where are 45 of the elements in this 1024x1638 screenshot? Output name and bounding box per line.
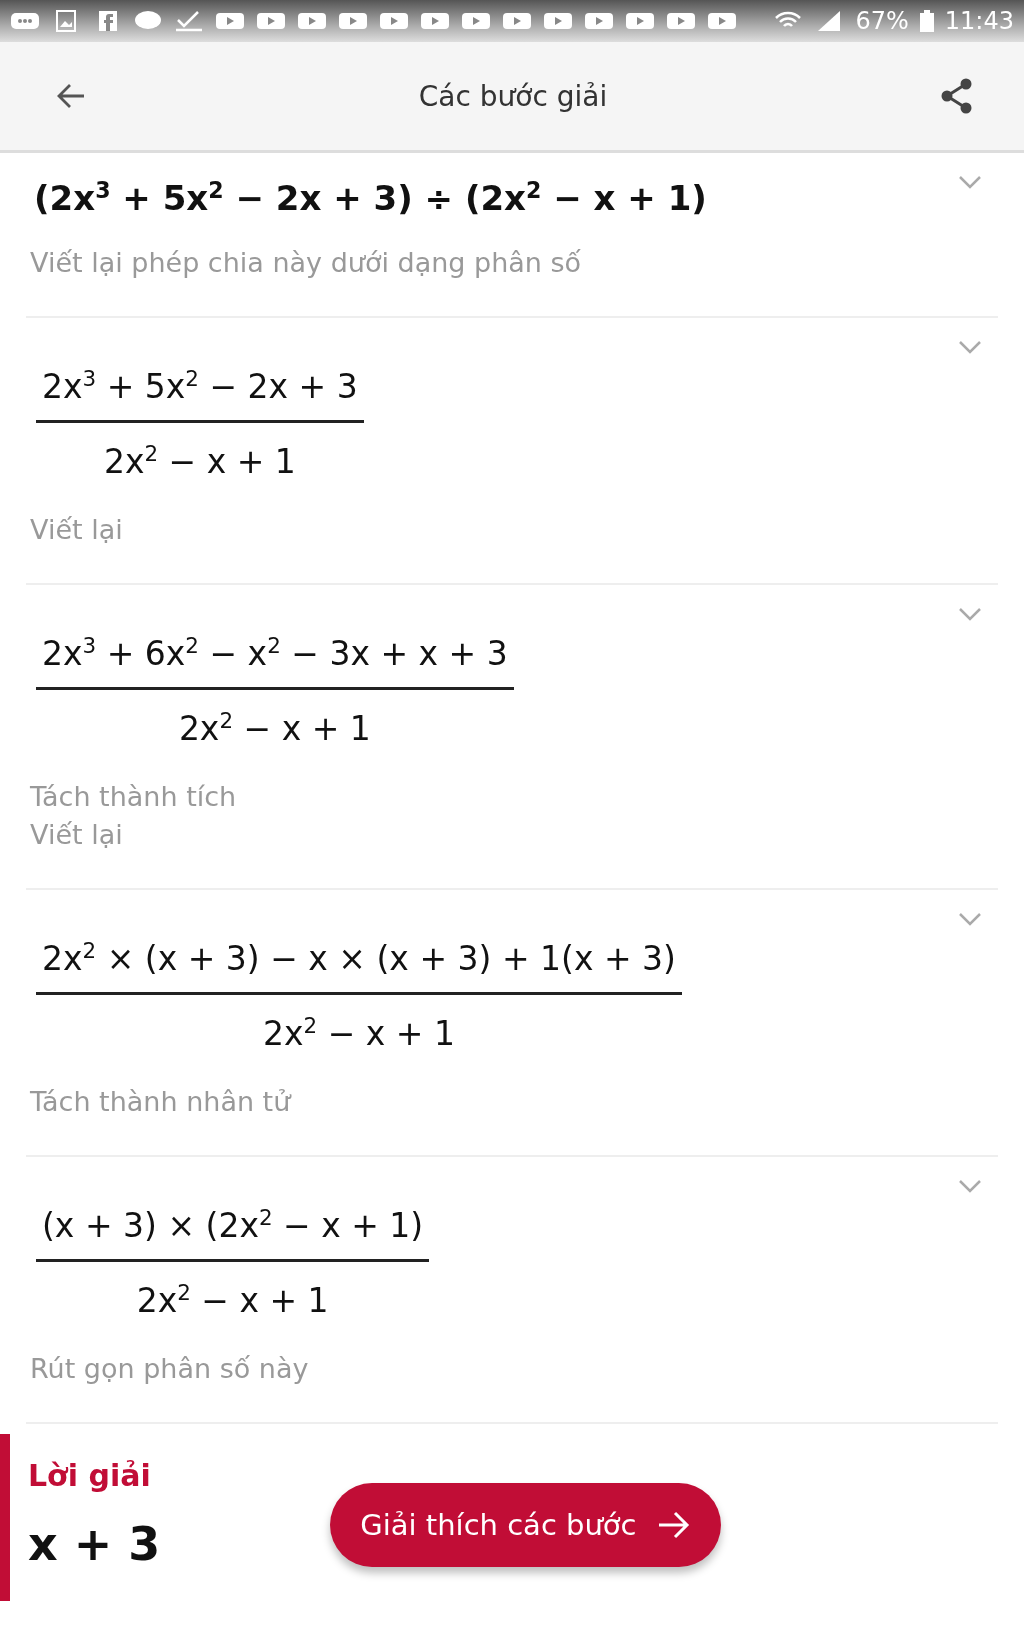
explain-steps-button[interactable]: Giải thích các bước bbox=[330, 1482, 721, 1567]
fraction-numerator: (x + 3) × (2x$^{2}$ − x + 1) bbox=[36, 1205, 430, 1263]
play-icon bbox=[707, 10, 737, 32]
chevron-down-icon[interactable] bbox=[958, 340, 982, 355]
solution-label: Lời giải bbox=[28, 1458, 152, 1494]
fraction-denominator: 2x$^{2}$ − x + 1 bbox=[103, 440, 296, 482]
play-icon bbox=[420, 10, 450, 32]
battery-icon bbox=[919, 10, 934, 32]
step-note: Tách thành nhân tử bbox=[30, 1085, 293, 1120]
step-note: Viết lại phép chia này dưới dạng phân số bbox=[30, 246, 583, 281]
chevron-down-icon[interactable] bbox=[958, 912, 982, 927]
chevron-down-icon[interactable] bbox=[958, 1179, 982, 1194]
play-icon bbox=[584, 10, 614, 32]
play-icon bbox=[625, 10, 655, 32]
chevron-down-icon[interactable] bbox=[958, 607, 982, 622]
play-icon bbox=[543, 10, 573, 32]
fraction-denominator: 2x$^{2}$ − x + 1 bbox=[178, 707, 371, 749]
step-note: Tách thành tích bbox=[30, 780, 238, 815]
share-icon[interactable] bbox=[940, 78, 974, 114]
step-note: Viết lại bbox=[30, 818, 124, 853]
battery-percentage: 67% bbox=[855, 7, 909, 35]
notification-icon bbox=[10, 10, 40, 32]
play-icon bbox=[297, 10, 327, 32]
fraction-numerator: 2x$^{3}$ + 5x$^{2}$ − 2x + 3 bbox=[36, 366, 364, 424]
fraction-denominator: 2x$^{2}$ − x + 1 bbox=[136, 1279, 329, 1321]
fraction-numerator: 2x$^{2}$ × (x + 3) − x × (x + 3) + 1(x + 3) bbox=[36, 938, 682, 996]
back-arrow-icon[interactable] bbox=[56, 83, 86, 109]
step-note: Rút gọn phân số này bbox=[30, 1352, 310, 1387]
fraction-numerator: 2x$^{3}$ + 6x$^{2}$ − x$^{2}$ − 3x + x + 3 bbox=[36, 633, 514, 691]
step-note: Viết lại bbox=[30, 513, 124, 548]
chevron-down-icon[interactable] bbox=[958, 175, 982, 189]
math-expression: (2x$^{3}$ + 5x$^{2}$ − 2x + 3) ÷ (2x$^{2}$ − x + 1) bbox=[33, 176, 708, 221]
play-icon bbox=[666, 10, 696, 32]
arrow-right-icon bbox=[656, 1510, 691, 1539]
screen-title: Các bước giải bbox=[417, 79, 609, 113]
play-icon bbox=[502, 10, 532, 32]
play-icon bbox=[215, 10, 245, 32]
play-icon bbox=[338, 10, 368, 32]
solution-answer: x + 3 bbox=[28, 1517, 161, 1572]
clock-time: 11:43 bbox=[944, 7, 1014, 35]
check-icon bbox=[174, 10, 204, 32]
play-icon bbox=[461, 10, 491, 32]
play-icon bbox=[256, 10, 286, 32]
fraction-denominator: 2x$^{2}$ − x + 1 bbox=[263, 1012, 455, 1054]
play-icon bbox=[379, 10, 409, 32]
